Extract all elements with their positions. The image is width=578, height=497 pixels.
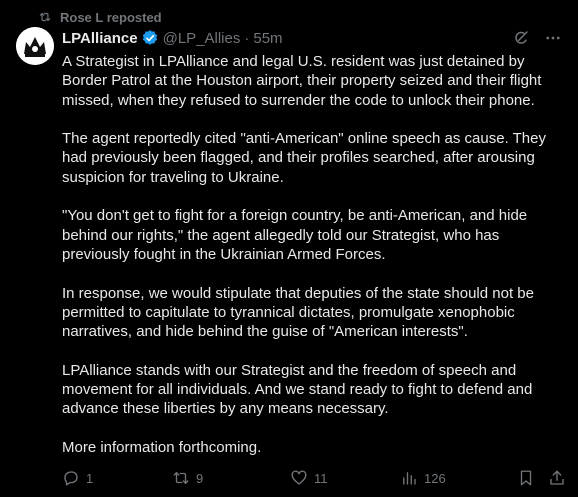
repost-context[interactable]: Rose L reposted xyxy=(38,8,162,26)
grok-icon[interactable] xyxy=(512,29,530,47)
post-paragraph: A Strategist in LPAlliance and legal U.S… xyxy=(62,53,542,109)
header-actions xyxy=(512,29,562,47)
post-header: LPAlliance @LP_Allies · 55m xyxy=(62,28,562,48)
repost-icon xyxy=(173,472,189,484)
avatar[interactable] xyxy=(16,27,54,65)
like-button[interactable]: 11 xyxy=(290,468,328,488)
repost-label: Rose L reposted xyxy=(60,9,162,25)
bookmark-button[interactable] xyxy=(517,468,535,488)
like-count: 11 xyxy=(314,470,328,486)
repost-count: 9 xyxy=(196,470,204,486)
post-paragraph: "You don't get to fight for a foreign co… xyxy=(62,207,528,263)
author-handle[interactable]: @LP_Allies xyxy=(163,30,241,47)
post-paragraph: The agent reportedly cited "anti-America… xyxy=(62,130,546,186)
heart-icon xyxy=(291,470,307,485)
post-paragraph: In response, we would stipulate that dep… xyxy=(62,284,534,341)
separator: · xyxy=(244,29,250,47)
views-count: 126 xyxy=(424,470,446,486)
author-name[interactable]: LPAlliance xyxy=(62,30,138,47)
post-time[interactable]: 55m xyxy=(253,30,282,47)
share-icon xyxy=(550,470,564,485)
views-icon xyxy=(403,472,416,485)
reply-icon xyxy=(64,471,78,486)
reply-button[interactable]: 1 xyxy=(62,468,93,488)
post-paragraph: More information forthcoming. xyxy=(62,438,262,456)
verified-badge-icon[interactable] xyxy=(141,29,159,47)
post-paragraph: LPAlliance stands with our Strategist an… xyxy=(62,361,533,418)
bookmark-icon xyxy=(520,470,532,486)
post-body[interactable]: A Strategist in LPAlliance and legal U.S… xyxy=(62,52,558,477)
action-bar: 1 9 11 126 xyxy=(62,468,564,488)
lpalliance-logo xyxy=(16,27,54,65)
repost-icon xyxy=(39,12,51,22)
reply-count: 1 xyxy=(86,470,94,486)
views-button[interactable]: 126 xyxy=(400,468,446,488)
repost-button[interactable]: 9 xyxy=(172,468,203,488)
more-icon[interactable] xyxy=(544,29,562,47)
share-button[interactable] xyxy=(548,468,566,488)
